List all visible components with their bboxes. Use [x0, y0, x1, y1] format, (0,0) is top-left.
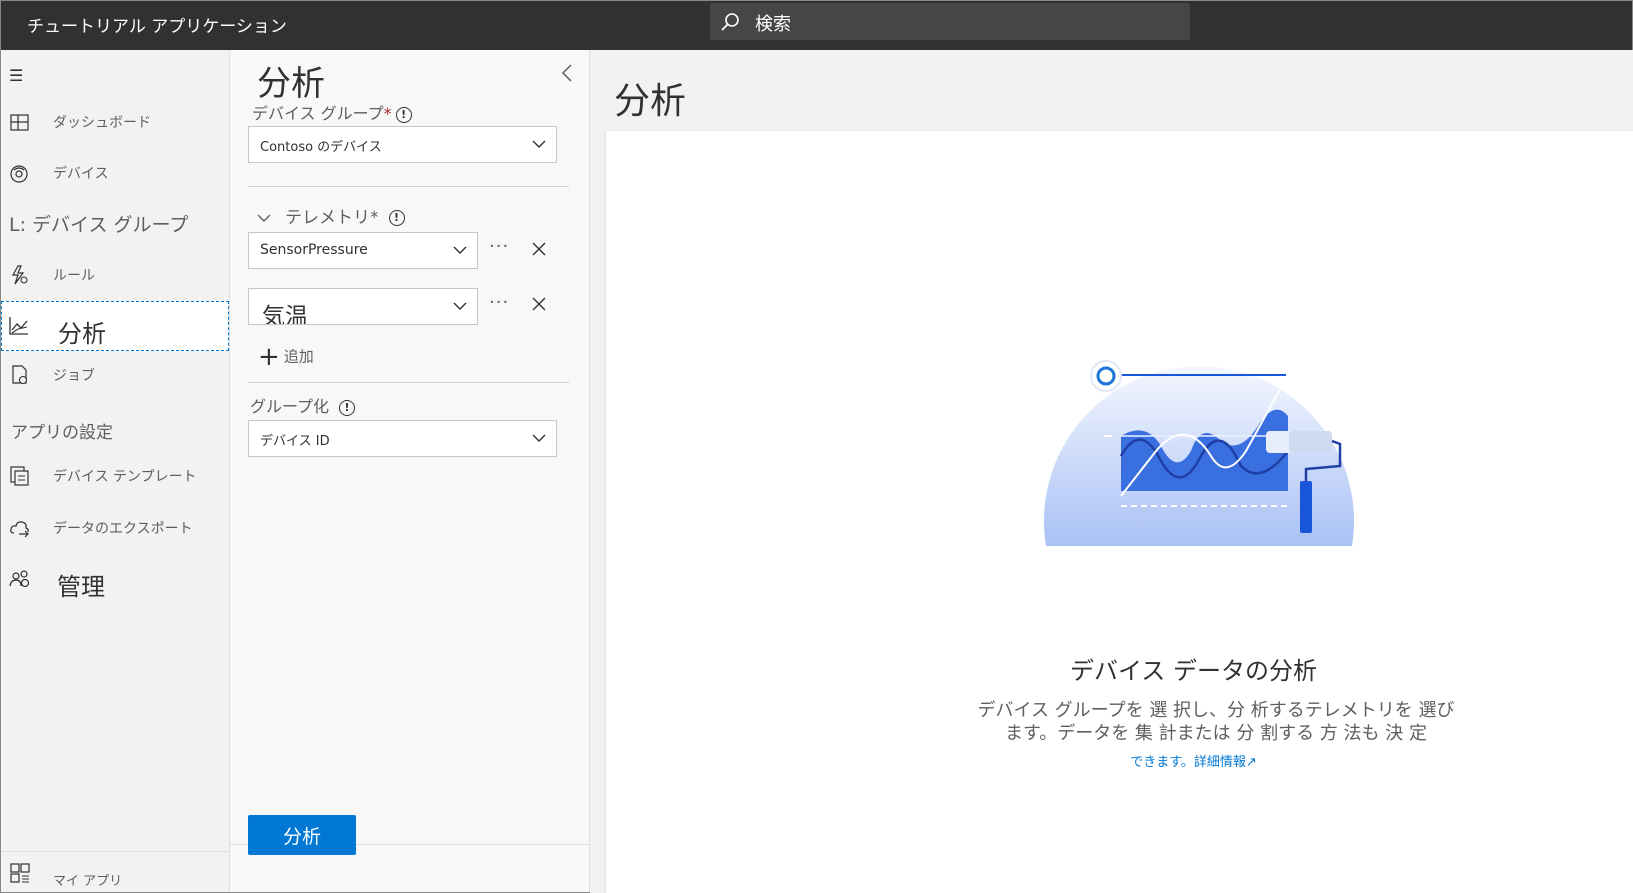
chevron-down-icon: [532, 140, 546, 148]
nav-item-label: デバイス: [53, 166, 109, 182]
divider: [248, 186, 569, 187]
nav-item-label: L: デバイス グループ: [9, 214, 189, 236]
divider: [248, 382, 569, 383]
external-link-icon: ↗: [1245, 755, 1257, 770]
group-by-dropdown[interactable]: デバイス ID: [248, 420, 557, 457]
data-export-icon: [10, 521, 29, 538]
nav-section-app-settings: アプリの設定: [11, 423, 113, 443]
main-content: 分析 デバイス データの分析 デバイス グループを 選 択し、分 析するテレメト…: [590, 50, 1633, 893]
nav-item-label: デバイス テンプレート: [53, 469, 197, 485]
nav-item-jobs[interactable]: ジョブ: [1, 351, 229, 399]
nav-item-label: ダッシュボード: [53, 115, 151, 131]
empty-state-description: デバイス グループを 選 択し、分 析するテレメトリを 選びます。データを 集 …: [977, 700, 1455, 744]
search-input[interactable]: 検索: [755, 10, 791, 36]
rules-icon: [11, 265, 28, 285]
telemetry-dropdown[interactable]: 気温: [248, 288, 478, 325]
nav-item-dashboard[interactable]: ダッシュボード: [1, 98, 229, 146]
collapse-pane-icon[interactable]: [560, 62, 574, 89]
nav-item-device-templates[interactable]: デバイス テンプレート: [1, 452, 229, 500]
group-by-value: デバイス ID: [260, 434, 330, 449]
nav-item-data-export[interactable]: データのエクスポート: [1, 504, 229, 552]
top-bar: チュートリアル アプリケーション 検索: [1, 1, 1632, 50]
administration-icon: [9, 570, 30, 588]
device-group-value: Contoso のデバイス: [260, 140, 382, 155]
nav-item-label: 分析: [58, 320, 106, 348]
empty-state-title: デバイス データの分析: [1070, 657, 1317, 685]
chevron-down-icon: [453, 302, 467, 310]
nav-item-label: データのエクスポート: [53, 521, 193, 537]
remove-telemetry-icon[interactable]: [531, 241, 547, 257]
pane-title: 分析: [257, 64, 325, 104]
telemetry-value: 気温: [262, 304, 308, 325]
nav-item-label: マイ アプリ: [53, 874, 123, 889]
device-icon: [10, 165, 28, 183]
remove-telemetry-icon[interactable]: [531, 296, 547, 312]
more-options-icon[interactable]: ···: [489, 236, 509, 257]
nav-item-device-groups[interactable]: L: デバイス グループ: [1, 198, 229, 246]
group-by-label: グループ化!: [250, 393, 356, 417]
jobs-icon: [12, 365, 28, 385]
device-group-dropdown[interactable]: Contoso のデバイス: [248, 126, 557, 163]
nav-item-devices[interactable]: デバイス: [1, 149, 229, 197]
search-box[interactable]: 検索: [710, 3, 1190, 40]
page-title: 分析: [614, 81, 687, 122]
telemetry-dropdown[interactable]: SensorPressure: [248, 232, 478, 269]
hamburger-menu-icon[interactable]: ☰: [9, 66, 23, 85]
info-icon[interactable]: !: [395, 106, 412, 123]
nav-item-label: ルール: [53, 268, 95, 284]
nav-item-analytics[interactable]: 分析: [1, 301, 229, 351]
empty-state-card: デバイス データの分析 デバイス グループを 選 択し、分 析するテレメトリを …: [606, 131, 1633, 893]
info-icon[interactable]: !: [339, 399, 356, 416]
left-nav: ☰ ダッシュボード デバイス L: デバイス グループ ルール 分析 ジョブ ア…: [1, 50, 230, 892]
search-icon: [721, 13, 739, 31]
my-apps-icon: [10, 863, 30, 883]
chevron-down-icon: [532, 434, 546, 442]
analytics-config-pane: 分析 デバイス グループ*! Contoso のデバイス テレメトリ*! Sen…: [230, 50, 590, 892]
device-group-label: デバイス グループ*!: [252, 100, 412, 124]
info-icon[interactable]: !: [388, 210, 405, 226]
chevron-down-icon: [453, 246, 467, 254]
nav-item-administration[interactable]: 管理: [1, 555, 229, 603]
plus-icon: +: [258, 342, 280, 372]
nav-item-label: 管理: [57, 573, 105, 601]
analytics-icon: [9, 317, 28, 335]
chevron-down-icon: [257, 214, 271, 222]
add-telemetry-button[interactable]: + 追加: [258, 342, 314, 372]
analyze-button[interactable]: 分析: [248, 815, 356, 855]
analytics-illustration: [1044, 333, 1354, 546]
telemetry-value: SensorPressure: [260, 242, 368, 258]
nav-item-label: ジョブ: [53, 368, 95, 384]
nav-item-rules[interactable]: ルール: [1, 251, 229, 299]
more-options-icon[interactable]: ···: [489, 292, 509, 313]
telemetry-section-header[interactable]: テレメトリ*!: [257, 203, 405, 228]
app-title[interactable]: チュートリアル アプリケーション: [27, 12, 287, 37]
device-template-icon: [10, 466, 29, 486]
dashboard-icon: [10, 114, 29, 131]
learn-more-link[interactable]: できます。詳細情報↗: [590, 751, 1633, 770]
nav-item-my-apps[interactable]: マイ アプリ: [1, 851, 229, 893]
